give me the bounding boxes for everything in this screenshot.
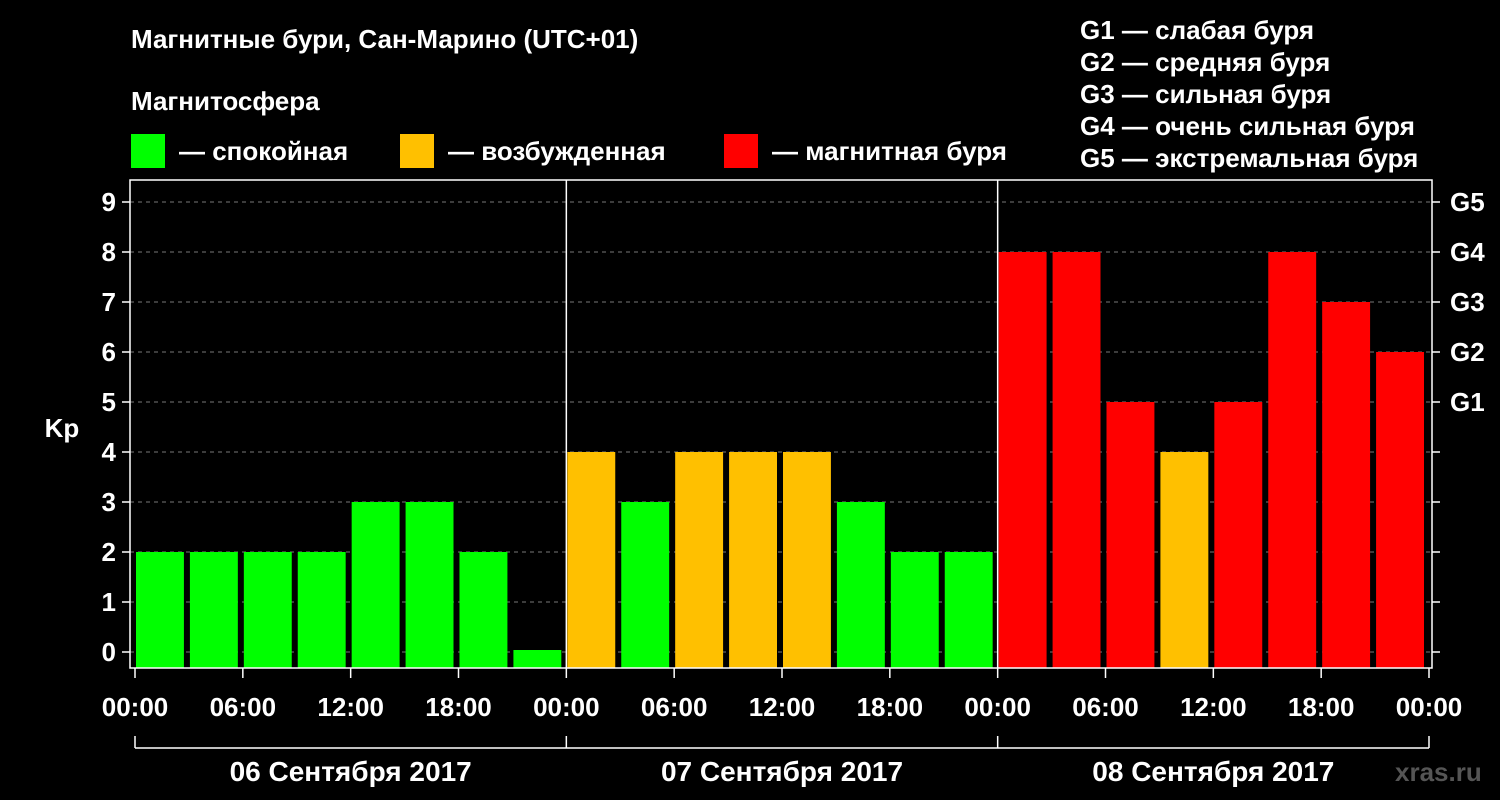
bar-2 [243, 552, 292, 668]
x-tick-label-8: 00:00 [964, 692, 1031, 722]
x-tick-label-7: 18:00 [857, 692, 924, 722]
g-tick-label-4: G5 [1450, 187, 1485, 217]
bar-13 [836, 502, 885, 668]
y-tick-label-1: 1 [102, 587, 116, 617]
bar-11 [729, 452, 777, 668]
x-tick-label-5: 06:00 [641, 692, 708, 722]
x-tick-label-6: 12:00 [749, 692, 816, 722]
y-tick-label-8: 8 [102, 237, 116, 267]
day-label-2: 08 Сентября 2017 [1092, 756, 1334, 787]
g-tick-label-1: G2 [1450, 337, 1485, 367]
y-axis-label: Kp [45, 413, 80, 443]
x-tick-label-12: 00:00 [1396, 692, 1463, 722]
bar-12 [783, 452, 831, 668]
bars [136, 252, 1424, 668]
bar-4 [351, 502, 400, 668]
bar-9 [621, 502, 670, 668]
x-tick-label-2: 12:00 [317, 692, 384, 722]
day-label-0: 06 Сентября 2017 [230, 756, 472, 787]
bar-21 [1268, 252, 1317, 668]
bar-23 [1376, 352, 1424, 668]
bar-20 [1214, 402, 1263, 668]
y-tick-label-5: 5 [102, 387, 116, 417]
bar-5 [405, 502, 454, 668]
g-tick-label-2: G3 [1450, 287, 1485, 317]
bar-6 [459, 552, 508, 668]
y-tick-label-7: 7 [102, 287, 116, 317]
x-tick-label-0: 00:00 [102, 692, 169, 722]
g-tick-label-3: G4 [1450, 237, 1485, 267]
bar-1 [189, 552, 238, 668]
bar-18 [1106, 402, 1155, 668]
bar-3 [297, 552, 346, 668]
bar-14 [890, 552, 939, 668]
x-tick-label-3: 18:00 [425, 692, 492, 722]
kp-bar-chart: 0 1 2 3 4 5 6 7 8 9 G1 G2 G3 G4 G5 Kp 00:00 06:00 12:00 18:… [45, 179, 1485, 787]
y-tick-label-4: 4 [102, 437, 117, 467]
watermark: xras.ru [1395, 757, 1482, 787]
bar-19 [1160, 452, 1209, 668]
y-tick-label-9: 9 [102, 187, 116, 217]
bar-15 [944, 552, 993, 668]
bar-8 [567, 452, 616, 668]
y-tick-label-0: 0 [102, 637, 116, 667]
bar-0 [136, 552, 184, 668]
x-tick-label-10: 12:00 [1180, 692, 1247, 722]
bar-16 [998, 252, 1047, 668]
x-tick-label-9: 06:00 [1072, 692, 1139, 722]
y-tick-label-3: 3 [102, 487, 116, 517]
y-tick-label-2: 2 [102, 537, 116, 567]
y-tick-label-6: 6 [102, 337, 116, 367]
g-tick-label-0: G1 [1450, 387, 1485, 417]
day-label-1: 07 Сентября 2017 [661, 756, 903, 787]
bar-22 [1322, 302, 1371, 668]
bar-10 [675, 452, 724, 668]
x-tick-label-1: 06:00 [210, 692, 277, 722]
bar-17 [1052, 252, 1101, 668]
bar-7 [513, 650, 562, 668]
x-tick-label-11: 18:00 [1288, 692, 1355, 722]
x-tick-label-4: 00:00 [533, 692, 600, 722]
